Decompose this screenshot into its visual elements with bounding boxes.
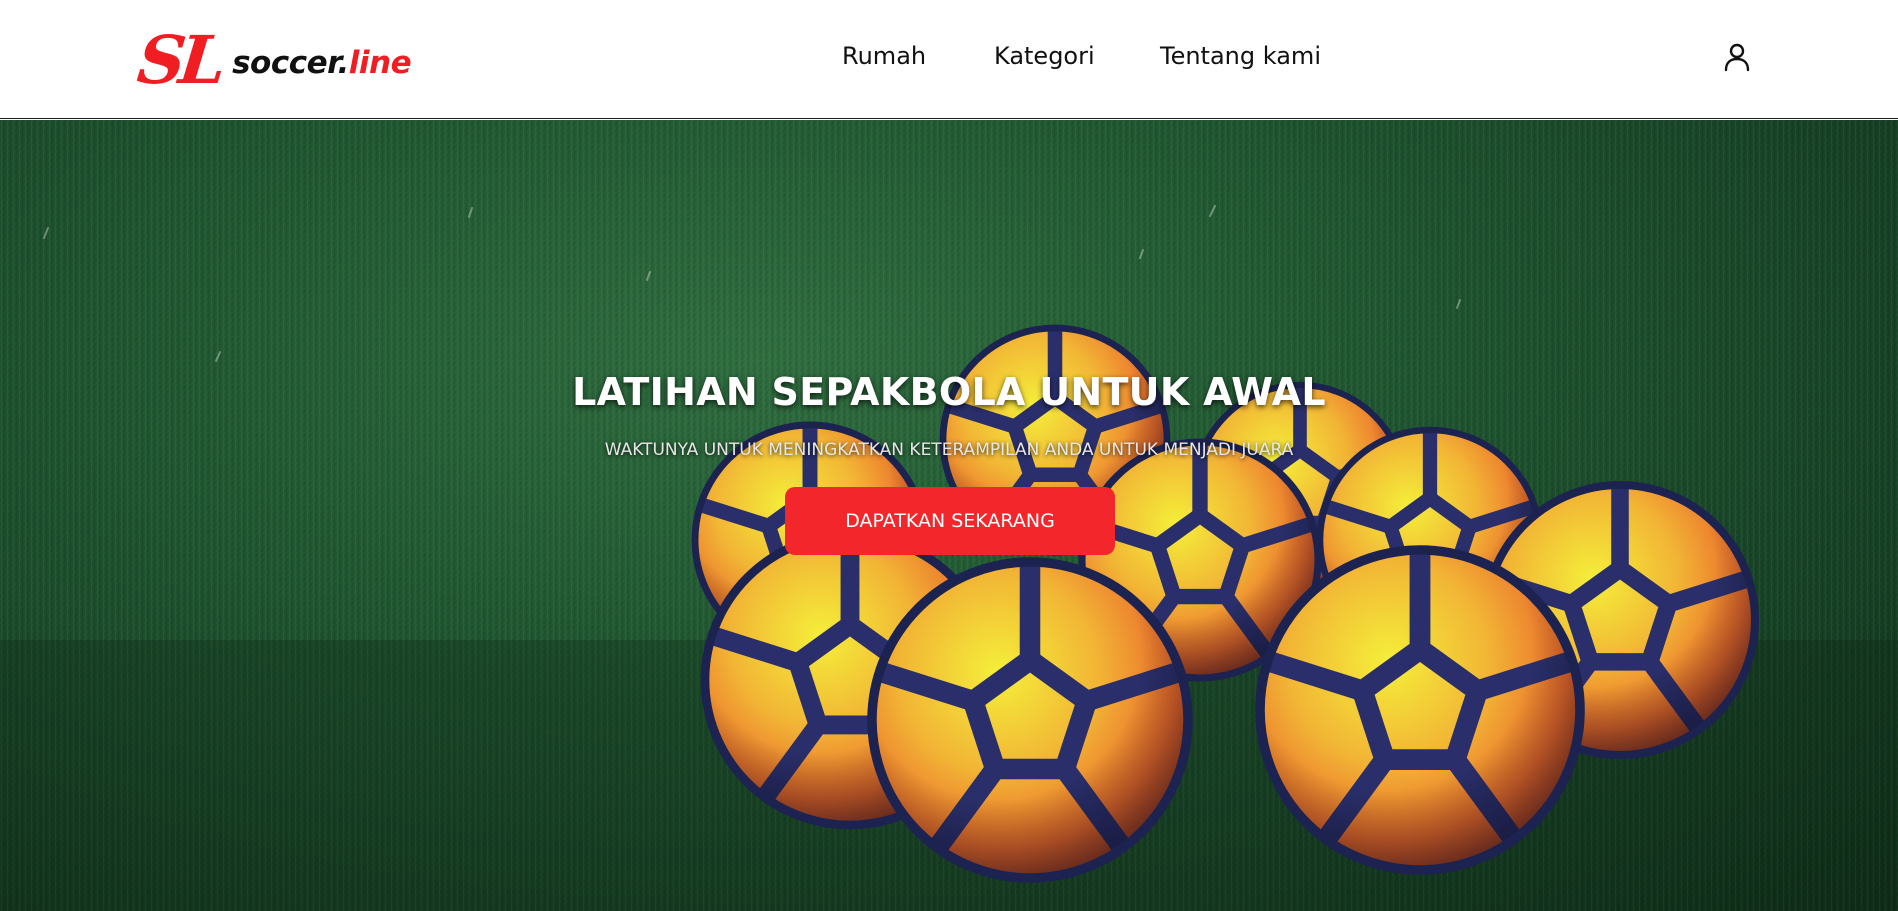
nav-item-kategori[interactable]: Kategori	[994, 42, 1095, 70]
site-logo[interactable]: SL soccer.line	[133, 21, 412, 99]
nav-item-rumah[interactable]: Rumah	[842, 42, 926, 70]
hero-subtitle: WAKTUNYA UNTUK MENINGKATKAN KETERAMPILAN…	[604, 440, 1294, 460]
site-header: SL soccer.line Rumah Kategori Tentang ka…	[0, 0, 1898, 119]
hero-banner: LATIHAN SEPAKBOLA UNTUK AWAL WAKTUNYA UN…	[0, 120, 1898, 911]
logo-mark: SL	[133, 21, 225, 99]
nav-item-tentang-kami[interactable]: Tentang kami	[1160, 42, 1321, 70]
hero-title: LATIHAN SEPAKBOLA UNTUK AWAL	[572, 370, 1326, 414]
logo-text-accent: line	[348, 45, 412, 81]
logo-wordmark: soccer.line	[232, 45, 412, 81]
get-now-button[interactable]: DAPATKAN SEKARANG	[785, 487, 1115, 555]
logo-text-main: soccer.	[232, 45, 349, 81]
user-icon[interactable]	[1723, 42, 1751, 72]
